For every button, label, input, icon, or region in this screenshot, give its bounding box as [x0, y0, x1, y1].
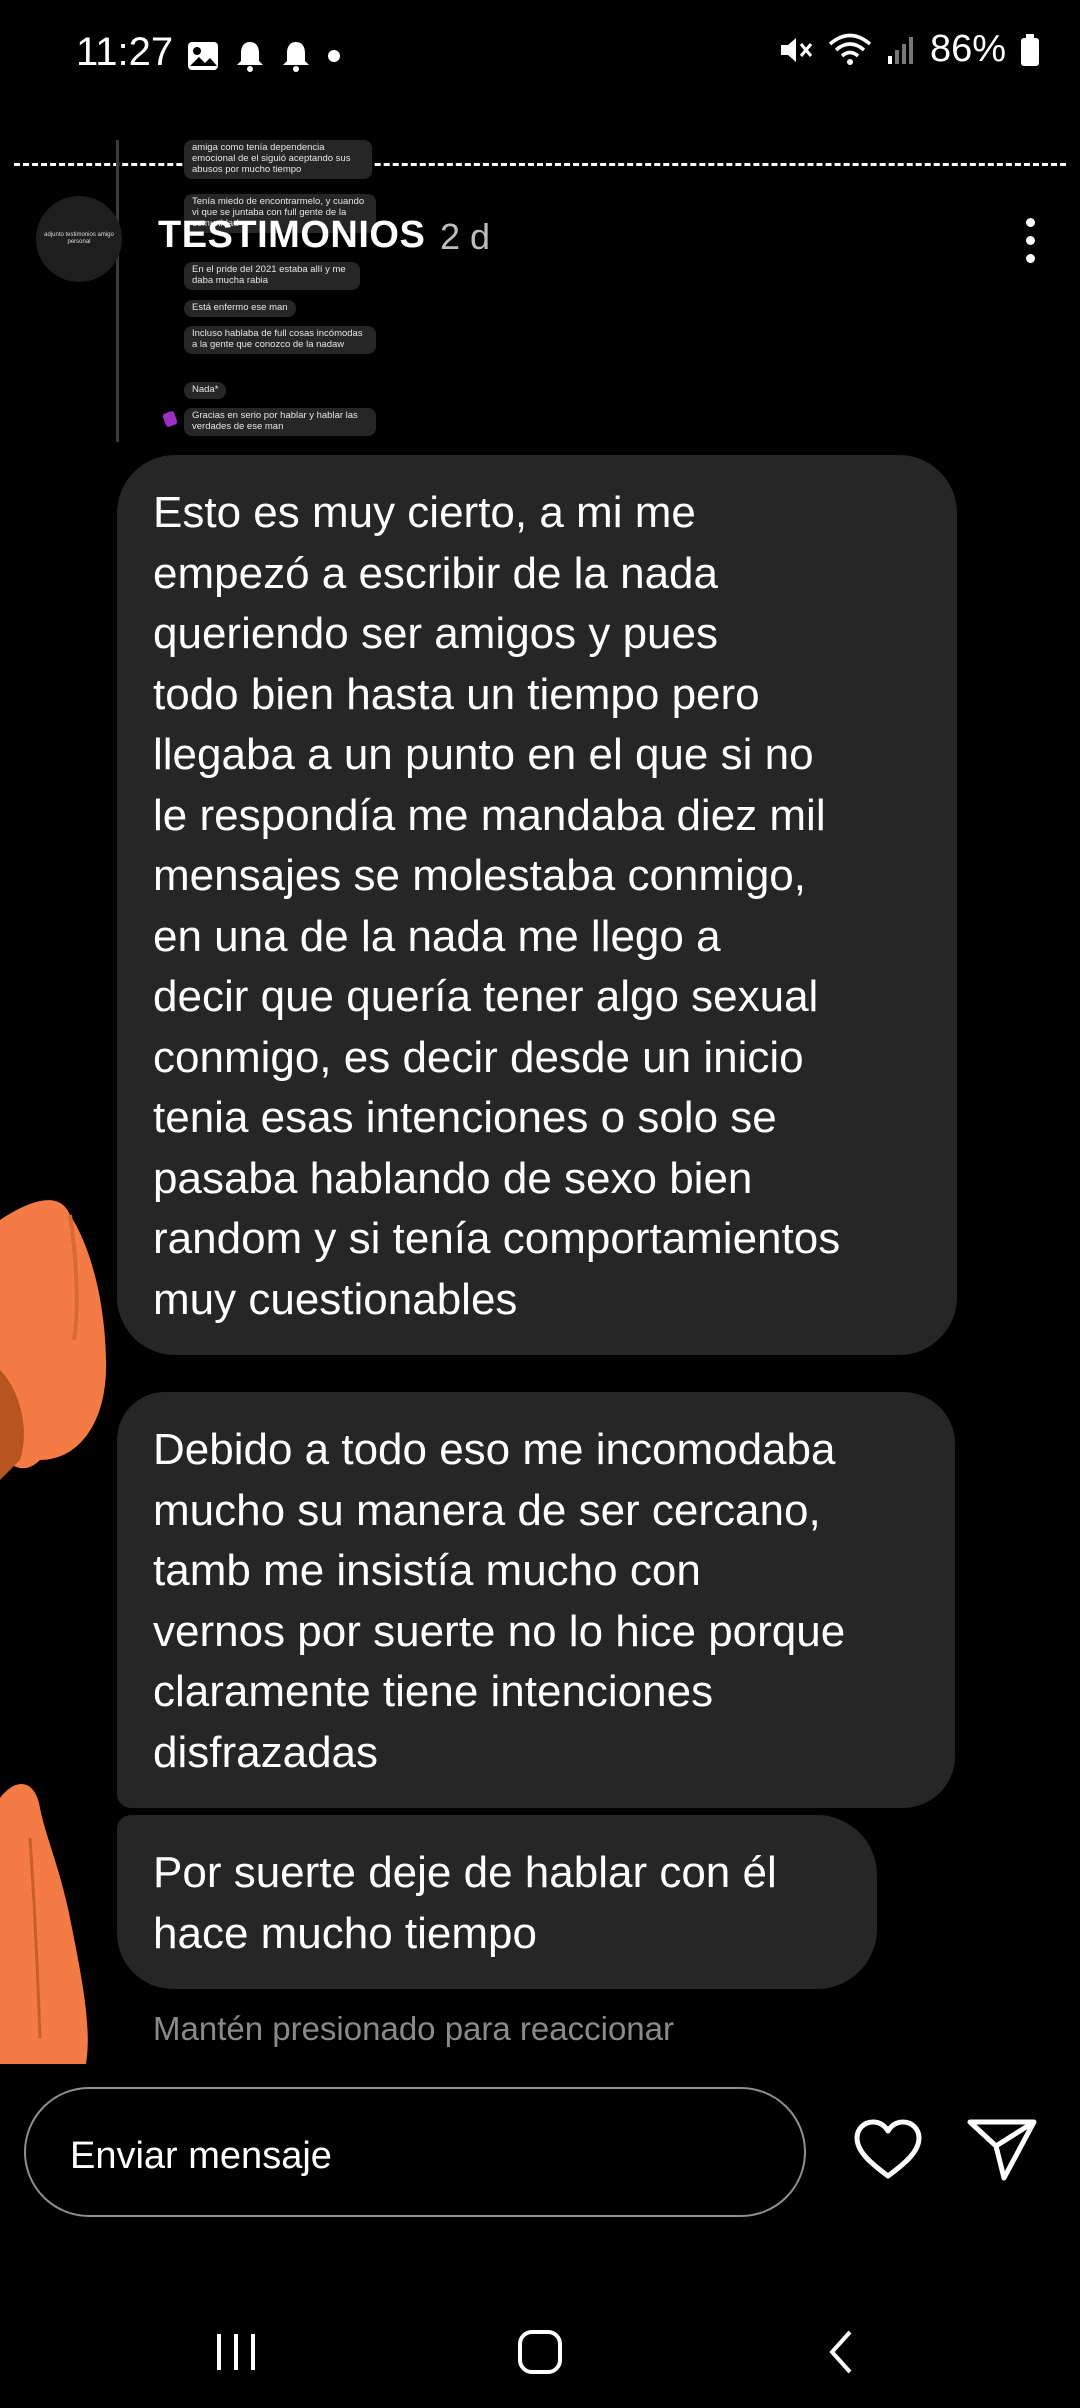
message-line: random y si tenía comportamientos [153, 1214, 841, 1263]
dot-icon [1025, 235, 1035, 245]
heart-icon[interactable] [852, 2118, 924, 2182]
back-button[interactable] [802, 2320, 882, 2384]
preview-message: Incluso hablaba de full cosas incómodas … [184, 326, 376, 354]
message-input[interactable]: Enviar mensaje [24, 2087, 806, 2217]
replied-story-preview[interactable]: amiga como tenía dependencia emocional d… [116, 140, 376, 442]
avatar-caption: adjunto testimonios amigo personal [44, 231, 114, 245]
message-line: todo bien hasta un tiempo pero [153, 669, 760, 719]
preview-divider [116, 140, 119, 442]
message-line: disfrazadas [153, 1727, 379, 1777]
message-line: llegaba a un punto en el que si no [153, 730, 814, 779]
status-time: 11:27 [76, 30, 174, 74]
message-line: vernos por suerte no lo hice porque [153, 1606, 846, 1656]
home-icon [518, 2330, 562, 2374]
message-line: empezó a escribir de la nada [153, 548, 718, 598]
message-line: Esto es muy cierto, a mi me [153, 488, 696, 537]
dot-icon [1025, 217, 1035, 227]
scribble-mark [0, 1200, 107, 1480]
mute-icon [780, 37, 813, 62]
message-line: le respondía me mandaba diez mil [153, 790, 826, 840]
home-button[interactable] [500, 2320, 580, 2384]
message-line: Por suerte deje de hablar con él [153, 1848, 777, 1897]
message-input-placeholder: Enviar mensaje [70, 2135, 332, 2177]
message-line: tamb me insistía mucho con [153, 1546, 701, 1595]
dot-icon [1025, 253, 1035, 263]
more-options-button[interactable] [1000, 210, 1060, 270]
post-age: 2 d [440, 216, 491, 257]
preview-avatar [161, 410, 179, 428]
signal-icon [887, 36, 913, 64]
battery-icon [1021, 33, 1039, 66]
preview-message: En el pride del 2021 estaba allí y me da… [184, 262, 360, 290]
message-bubble[interactable]: Por suerte deje de hablar con él hace mu… [117, 1815, 877, 1989]
message-line: claramente tiene intenciones [153, 1667, 714, 1716]
react-hint: Mantén presionado para reaccionar [153, 2010, 674, 2047]
account-name[interactable]: TESTIMONIOS [158, 214, 425, 257]
preview-message: Está enfermo ese man [184, 300, 296, 317]
bell-icon [237, 42, 263, 72]
recent-apps-button[interactable] [196, 2320, 276, 2384]
message-line: muy cuestionables [153, 1274, 518, 1324]
message-line: decir que quería tener algo sexual [153, 972, 819, 1021]
system-nav-bar [0, 2300, 1080, 2408]
message-bubble[interactable]: Esto es muy cierto, a mi me empezó a esc… [117, 455, 957, 1355]
message-line: mucho su manera de ser cercano, [153, 1485, 821, 1535]
notification-icons [186, 36, 342, 76]
scribble-mark [0, 1784, 88, 2064]
account-avatar[interactable]: adjunto testimonios amigo personal [36, 196, 122, 282]
message-line: pasaba hablando de sexo bien [153, 1153, 753, 1203]
message-line: en una de la nada me llego a [153, 911, 721, 961]
dot-icon [328, 50, 340, 62]
message-line: conmigo, es decir desde un inicio [153, 1032, 804, 1082]
preview-message: amiga como tenía dependencia emocional d… [184, 140, 372, 179]
message-line: queriendo ser amigos y pues [153, 609, 718, 658]
wifi-icon [828, 33, 872, 65]
status-bar: 11:27 86% [0, 0, 1080, 110]
preview-message: Nada* [184, 382, 227, 399]
battery-percent: 86% [929, 28, 1006, 70]
send-icon[interactable] [966, 2116, 1038, 2182]
system-icons: 86% [778, 28, 1040, 71]
preview-message: Gracias en serio por hablar y hablar las… [184, 408, 376, 436]
message-line: mensajes se molestaba conmigo, [153, 851, 806, 900]
recents-icon [217, 2334, 255, 2370]
bell-icon [283, 42, 309, 72]
message-line: Debido a todo eso me incomodaba [153, 1425, 836, 1474]
message-bubble[interactable]: Debido a todo eso me incomodaba mucho su… [117, 1392, 955, 1808]
message-line: hace mucho tiempo [153, 1908, 537, 1958]
gallery-icon [188, 42, 218, 70]
message-line: tenia esas intenciones o solo se [153, 1093, 777, 1142]
back-icon [829, 2330, 852, 2374]
